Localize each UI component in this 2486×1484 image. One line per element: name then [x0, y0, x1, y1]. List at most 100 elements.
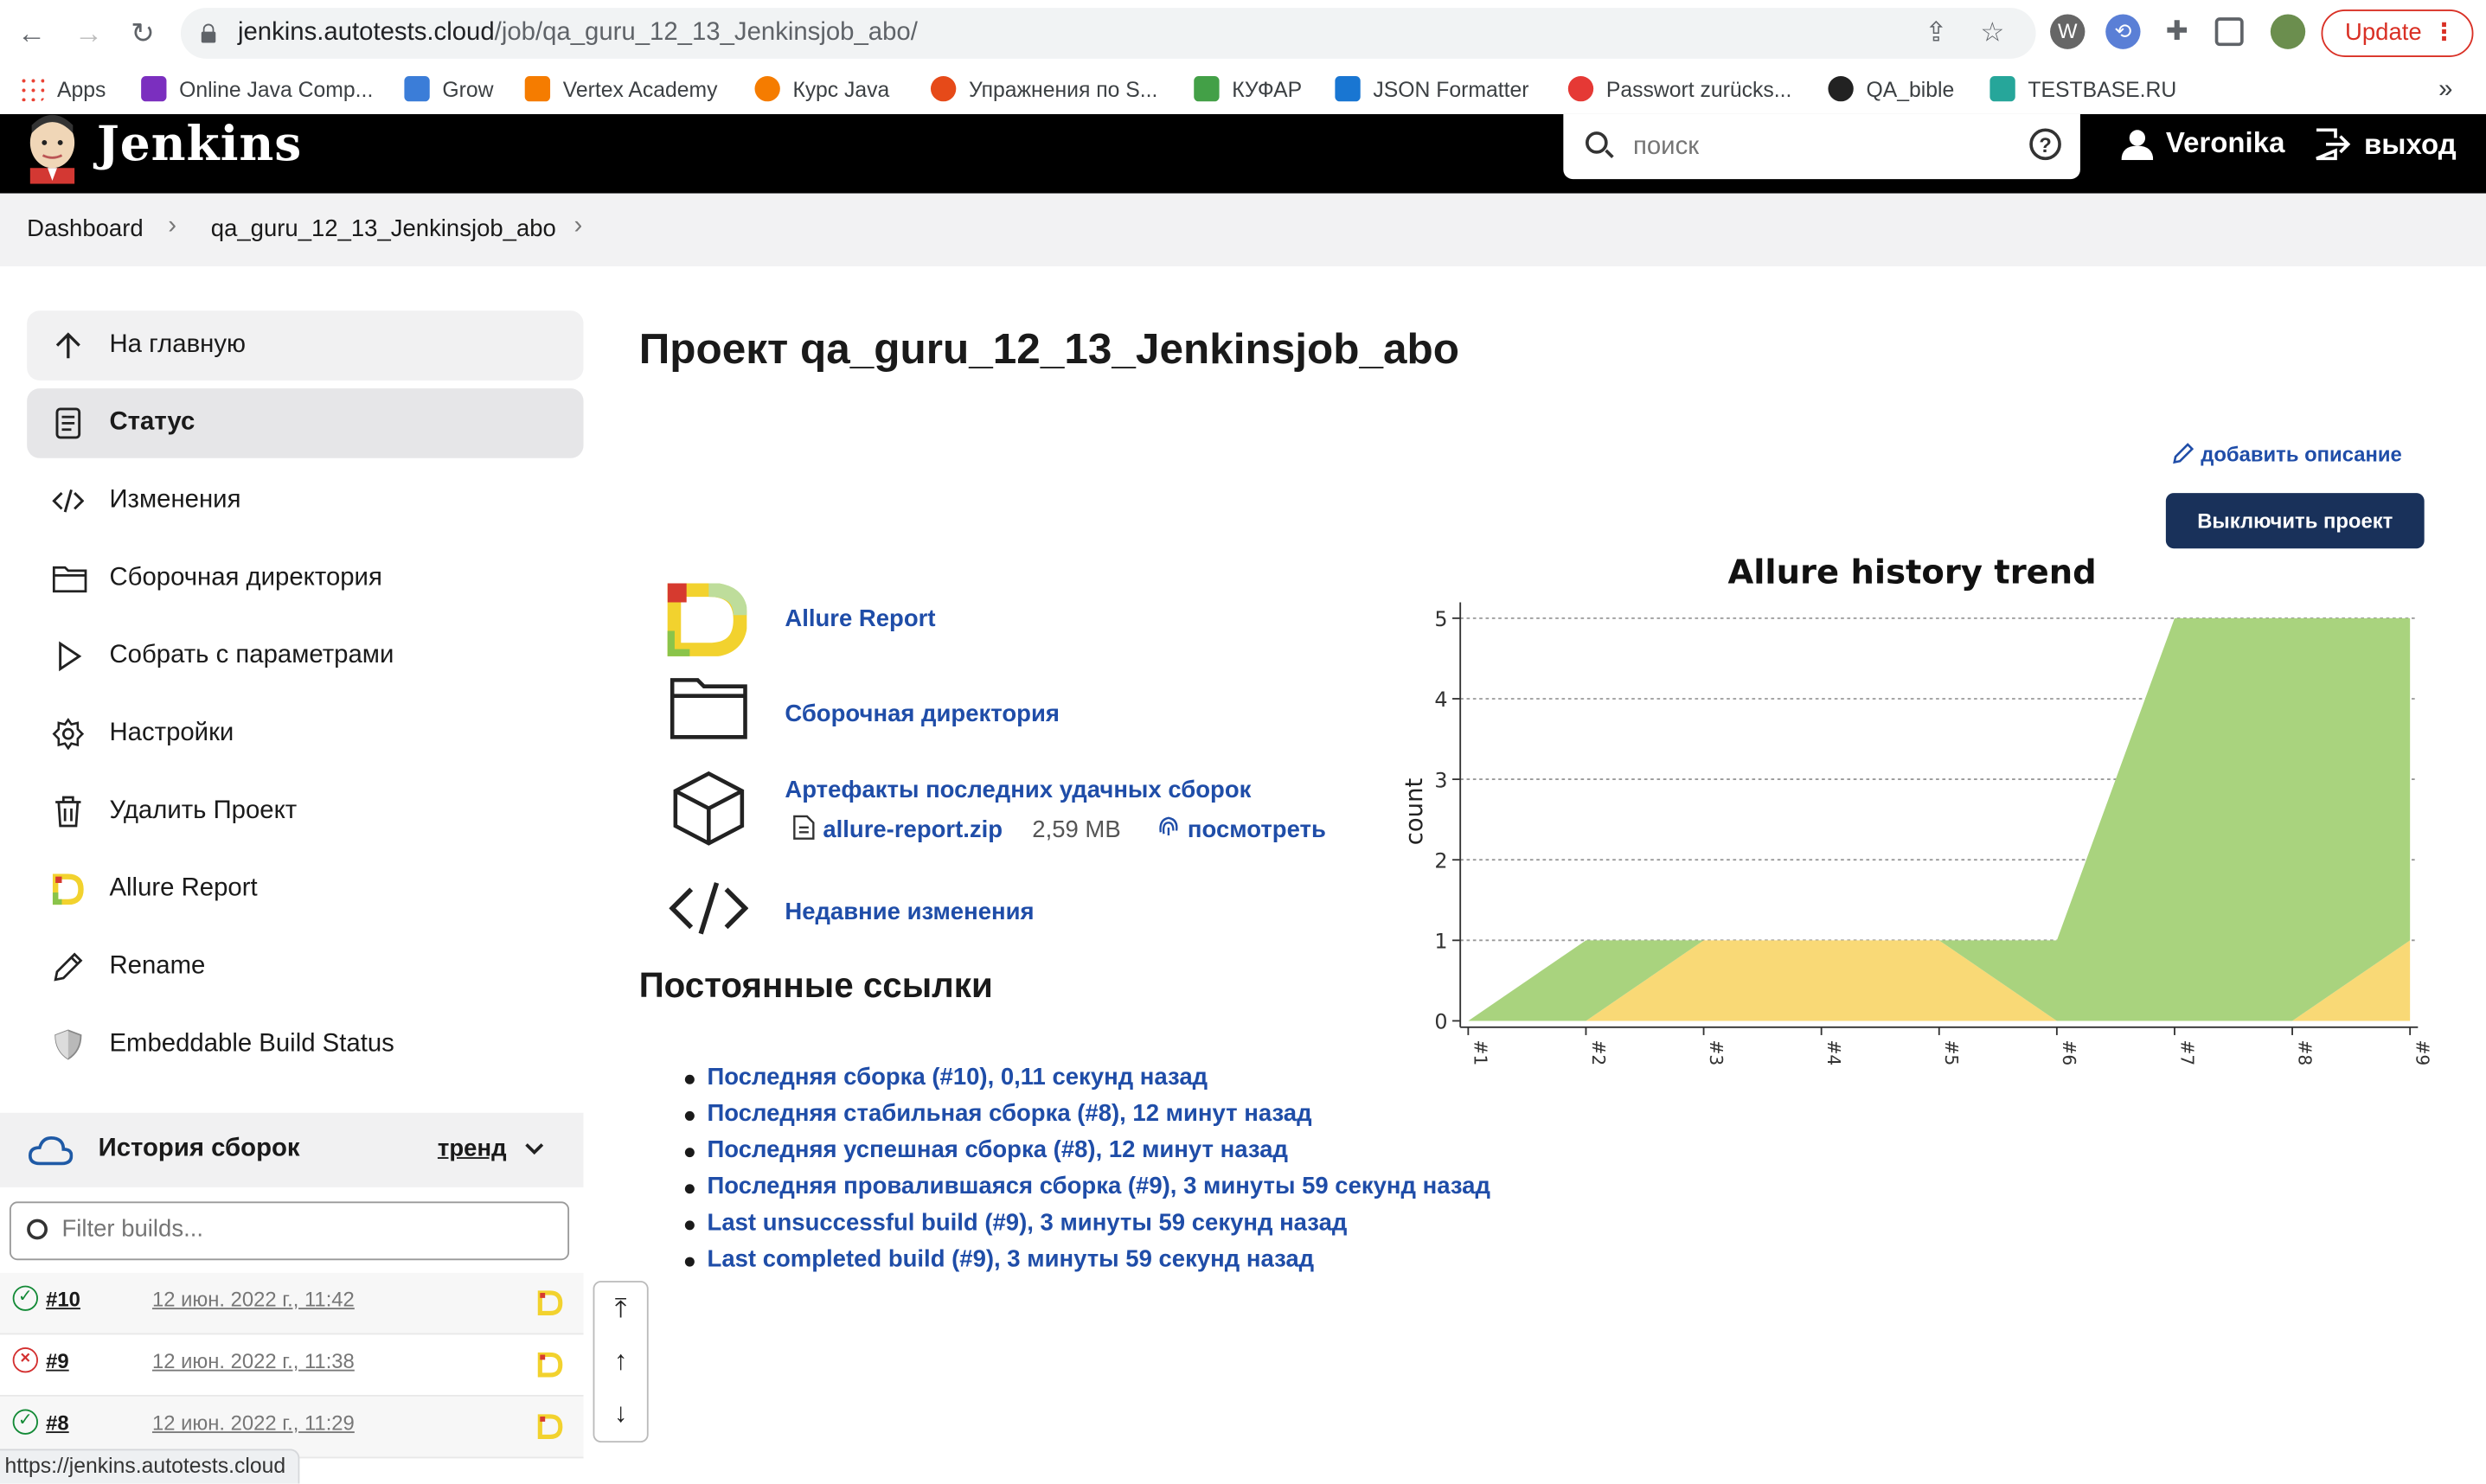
chart-y-tick-label: 4: [1434, 688, 1447, 712]
breadcrumb-job[interactable]: qa_guru_12_13_Jenkinsjob_abo: [211, 215, 556, 242]
update-button[interactable]: Update ⋮: [2321, 9, 2474, 57]
permalink-last-successful[interactable]: Последняя успешная сборка (#8), 12 минут…: [682, 1136, 1490, 1173]
allure-icon: [52, 873, 84, 905]
bookmark-icon: [1194, 75, 1220, 102]
extension-icon[interactable]: ⟲: [2105, 14, 2141, 49]
bookmark-json-formatter[interactable]: JSON Formatter: [1335, 75, 1528, 102]
chevron-right-icon[interactable]: ›: [168, 213, 176, 241]
allure-history-trend-chart[interactable]: Allure history trend count 0 1 2 3 4 5 #1 #2 #3 #…: [1380, 539, 2442, 1078]
bookmark-kufar[interactable]: КУФАР: [1194, 75, 1302, 102]
bookmark-passwort[interactable]: Passwort zurücks...: [1567, 75, 1791, 102]
build-number-link[interactable]: #8: [46, 1410, 69, 1434]
artifacts-link[interactable]: Артефакты последних удачных сборок: [785, 777, 1251, 803]
bookmark-online-java[interactable]: Online Java Comp...: [141, 75, 373, 102]
fingerprint-icon: [1159, 816, 1178, 835]
build-date-link[interactable]: 12 июн. 2022 г., 11:38: [152, 1349, 355, 1372]
chart-y-tick-label: 3: [1434, 768, 1447, 792]
play-icon: [59, 641, 82, 672]
scroll-down-icon[interactable]: ↓: [594, 1389, 646, 1440]
breadcrumb-dashboard[interactable]: Dashboard: [27, 215, 144, 242]
help-icon[interactable]: ?: [2029, 128, 2061, 161]
build-date-link[interactable]: 12 июн. 2022 г., 11:29: [152, 1410, 355, 1434]
bookmark-apps[interactable]: Apps: [18, 75, 106, 102]
permalink-last-unsuccessful[interactable]: Last unsuccessful build (#9), 3 минуты 5…: [682, 1210, 1490, 1246]
allure-icon[interactable]: [537, 1290, 563, 1316]
reload-icon[interactable]: ↻: [124, 14, 162, 52]
bookmark-exercises[interactable]: Упражнения по S...: [930, 75, 1157, 102]
bookmarks-overflow[interactable]: »: [2438, 76, 2452, 105]
chart-x-tick-label: #9: [2412, 1039, 2432, 1065]
allure-icon[interactable]: [537, 1352, 563, 1378]
profile-avatar[interactable]: [2270, 14, 2306, 49]
build-number-link[interactable]: #10: [46, 1287, 80, 1310]
sidebar-item-changes[interactable]: Изменения: [27, 466, 583, 536]
chart-x-tick-label: #2: [1588, 1039, 1609, 1065]
logout-link[interactable]: выход: [2313, 127, 2457, 162]
star-icon[interactable]: ☆: [1980, 8, 2004, 59]
bookmarks-bar: Apps Online Java Comp... Grow Vertex Aca…: [0, 66, 2486, 114]
artifact-file-link[interactable]: allure-report.zip: [823, 816, 1003, 843]
sidebar-item-rename[interactable]: Rename: [27, 932, 583, 1002]
permalink-last-completed[interactable]: Last completed build (#9), 3 минуты 59 с…: [682, 1246, 1490, 1283]
sidebar-item-status[interactable]: Статус: [27, 388, 584, 458]
build-row[interactable]: ✓ #10 12 июн. 2022 г., 11:42: [0, 1272, 584, 1335]
file-icon: [793, 815, 815, 840]
address-bar[interactable]: jenkins.autotests.cloud/job/qa_guru_12_1…: [180, 8, 2036, 59]
page-title: Проект qa_guru_12_13_Jenkinsjob_abo: [638, 324, 1459, 373]
forward-icon[interactable]: →: [70, 14, 108, 52]
trend-link[interactable]: тренд: [438, 1135, 507, 1161]
sidebar-item-settings[interactable]: Настройки: [27, 699, 583, 769]
permalink-last-failed[interactable]: Последняя провалившаяся сборка (#9), 3 м…: [682, 1173, 1490, 1209]
sidebar-item-label: На главную: [109, 331, 247, 359]
jenkins-title[interactable]: Jenkins: [97, 118, 302, 173]
build-row[interactable]: × #9 12 июн. 2022 г., 11:38: [0, 1334, 584, 1397]
sidebar-item-delete-project[interactable]: Удалить Проект: [27, 777, 583, 847]
user-link[interactable]: Veronika: [2121, 126, 2285, 160]
build-date-link[interactable]: 12 июн. 2022 г., 11:42: [152, 1287, 355, 1310]
add-description-link[interactable]: добавить описание: [2172, 442, 2402, 466]
sidebar-item-build-with-params[interactable]: Собрать с параметрами: [27, 622, 583, 692]
artifact-view-link[interactable]: посмотреть: [1188, 816, 1326, 843]
build-history-header: История сборок тренд: [0, 1112, 584, 1187]
allure-icon[interactable]: [537, 1414, 563, 1439]
logout-label: выход: [2364, 127, 2457, 160]
recent-changes-link[interactable]: Недавние изменения: [785, 899, 1034, 925]
bookmark-kurs-java[interactable]: Курс Java: [754, 75, 889, 102]
chart-y-tick-label: 2: [1434, 848, 1447, 873]
bookmark-grow[interactable]: Grow: [404, 75, 494, 102]
search-input[interactable]: [1632, 130, 1998, 165]
bookmark-vertex[interactable]: Vertex Academy: [524, 75, 718, 102]
trash-icon: [55, 796, 81, 828]
permalink-last-stable[interactable]: Последняя стабильная сборка (#8), 12 мин…: [682, 1100, 1490, 1136]
scroll-top-icon[interactable]: ⤒: [594, 1284, 646, 1335]
reading-list-icon[interactable]: [2214, 17, 2244, 47]
search-icon: [1586, 131, 1608, 154]
jenkins-logo-icon[interactable]: [25, 111, 79, 184]
wordpress-extension-icon[interactable]: W: [2050, 14, 2086, 49]
apps-grid-icon: [18, 75, 45, 102]
workspace-link[interactable]: Сборочная директория: [785, 700, 1060, 727]
back-icon[interactable]: ←: [13, 14, 51, 52]
user-name: Veronika: [2165, 126, 2285, 159]
sidebar-item-allure-report[interactable]: Allure Report: [27, 854, 583, 924]
puzzle-icon[interactable]: ✚: [2160, 14, 2194, 48]
filter-builds-input[interactable]: [61, 1215, 538, 1244]
chevron-down-icon[interactable]: [523, 1142, 546, 1157]
sidebar-item-embeddable-build-status[interactable]: Embeddable Build Status: [27, 1010, 583, 1080]
artifact-size: 2,59 MB: [1032, 816, 1121, 844]
sidebar-item-workspace[interactable]: Сборочная директория: [27, 544, 583, 614]
chevron-right-icon[interactable]: ›: [574, 213, 583, 241]
allure-report-link[interactable]: Allure Report: [785, 605, 935, 632]
bookmark-icon: [754, 75, 780, 102]
build-number-link[interactable]: #9: [46, 1349, 69, 1372]
bookmark-icon: [1567, 75, 1594, 102]
permalink-last-build[interactable]: Последняя сборка (#10), 0,11 секунд наза…: [682, 1064, 1490, 1100]
share-icon[interactable]: ⇪: [1925, 8, 1947, 59]
scroll-up-icon[interactable]: ↑: [594, 1336, 646, 1387]
sidebar-item-home[interactable]: На главную: [27, 310, 584, 381]
bookmark-qa-bible[interactable]: QA_bible: [1828, 75, 1954, 102]
pencil-icon: [2173, 443, 2194, 464]
sidebar-item-label: Настройки: [109, 720, 234, 747]
chart-x-tick-label: #1: [1470, 1039, 1491, 1065]
bookmark-testbase[interactable]: TESTBASE.RU: [1989, 75, 2176, 102]
